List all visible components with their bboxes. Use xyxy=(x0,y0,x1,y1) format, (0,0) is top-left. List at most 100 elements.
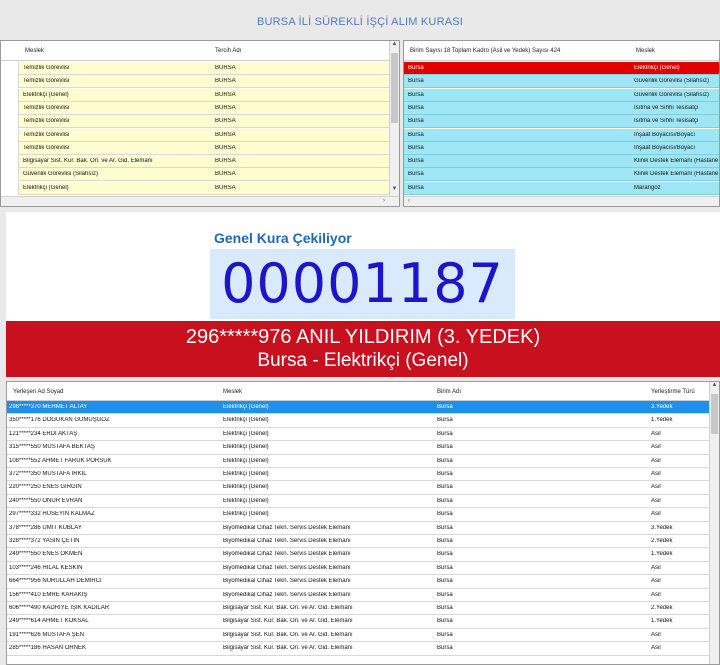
cell-birim: Bursa xyxy=(408,65,424,71)
table-row[interactable]: Temizlik Görevlisi BURSA xyxy=(1,128,391,142)
cell-ad-soyad: 108*****552 AHMET FARUK PORSUK xyxy=(9,457,112,464)
table-row[interactable]: 249*****614 AHMET KÖKSAL Bilgisayar Sist.… xyxy=(7,615,711,629)
cell-birim: Bursa xyxy=(408,144,424,151)
row-header[interactable] xyxy=(1,128,19,142)
cell-meslek: Biyomedikal Cihaz Tekn. Servis Destek El… xyxy=(223,551,351,558)
column-header-meslek[interactable]: Meslek xyxy=(223,389,242,395)
column-header-birim[interactable]: Birim Sayısı 18 Toplam Kadro (Asil ve Ye… xyxy=(410,48,560,54)
table-row[interactable]: 108*****552 AHMET FARUK PORSUK Elektrikçi… xyxy=(7,454,711,468)
table-row[interactable]: Bursa Klinik Destek Elemanı (Hastane xyxy=(404,155,719,169)
horizontal-scrollbar[interactable]: ‹ xyxy=(404,196,719,206)
cell-tur: Asil xyxy=(651,471,661,477)
cell-birim: Bursa xyxy=(437,591,453,598)
preferences-grid[interactable]: Meslek Tercih Adı Temizlik Görevlisi BURS… xyxy=(0,40,400,207)
scroll-thumb[interactable] xyxy=(711,394,718,434)
scroll-left-arrow-icon[interactable]: ‹ xyxy=(408,198,410,204)
cell-meslek: Biyomedikal Cihaz Tekn. Servis Destek El… xyxy=(223,591,351,598)
column-header-birim[interactable]: Birim Adı xyxy=(437,389,461,395)
cell-ad-soyad: 249*****550 ENES ÖKMEN xyxy=(9,551,83,558)
table-row[interactable]: 156*****410 EMRE KARAKIŞ Biyomedikal Ciha… xyxy=(7,588,711,602)
table-row[interactable]: Elektrikçi (Genel) BURSA xyxy=(1,88,391,102)
column-header-ad-soyad[interactable]: Yerleşen Ad Soyad xyxy=(13,389,63,395)
table-row[interactable]: Bursa Isıtma ve Sıhhi Tesisatçı xyxy=(404,115,719,129)
row-header[interactable] xyxy=(1,88,19,102)
table-row[interactable]: 103*****246 HİLAL KESKİN Biyomedikal Ciha… xyxy=(7,561,711,576)
column-header-tercih[interactable]: Tercih Adı xyxy=(215,48,241,54)
cell-tur: 1.Yedek xyxy=(651,417,673,424)
cell-meslek: İnşaat Boyacısı/Boyacı xyxy=(634,144,696,151)
cell-meslek: Isıtma ve Sıhhi Tesisatçı xyxy=(634,104,699,111)
table-row[interactable]: Bursa İnşaat Boyacısı/Boyacı xyxy=(404,128,719,142)
row-header[interactable] xyxy=(1,155,19,169)
cell-meslek: Bilgisayar Sist. Kur. Bak. On. ve Ar. Gi… xyxy=(223,618,353,625)
table-row[interactable]: Bursa Güvenlik Görevlisi (Silahsız) xyxy=(404,88,719,102)
row-header[interactable] xyxy=(1,75,19,89)
cell-meslek: Elektrikçi (Genel) xyxy=(223,417,269,424)
cell-tur: Asil xyxy=(651,430,661,437)
scroll-thumb[interactable] xyxy=(391,53,398,123)
table-row[interactable]: Bursa Güvenlik Görevlisi (Silahsız) xyxy=(404,75,719,89)
cell-birim: Bursa xyxy=(437,497,453,504)
table-row[interactable]: Bursa İnşaat Boyacısı/Boyacı xyxy=(404,141,719,155)
table-row[interactable]: Güvenlik Görevlisi (Silahsız) BURSA xyxy=(1,168,391,182)
table-row[interactable]: 350*****176 DOĞUKAN GÜMÜŞGÖZ Elektrikçi (… xyxy=(7,414,711,428)
table-row[interactable]: 298*****370 MEHMET ALTAY Elektrikçi (Gene… xyxy=(7,401,711,415)
table-row[interactable]: Bursa Isıtma ve Sıhhi Tesisatçı xyxy=(404,101,719,115)
table-row[interactable]: 121*****234 ERDİ AKTAŞ Elektrikçi (Genel)… xyxy=(7,427,711,442)
cell-tur: 2.Yedek xyxy=(651,605,673,611)
cell-tercih: BURSA xyxy=(215,171,236,178)
table-row[interactable]: 372*****350 MUSTAFA IRKIL Elektrikçi (Gen… xyxy=(7,468,711,482)
table-row[interactable]: 285*****186 HASAN ÖRNEK Bilgisayar Sist. … xyxy=(7,642,711,656)
table-row[interactable]: Temizlik Görevlisi BURSA xyxy=(1,101,391,115)
cell-birim: Bursa xyxy=(437,631,453,638)
row-header[interactable] xyxy=(1,115,19,129)
column-header-meslek[interactable]: Meslek xyxy=(636,48,655,54)
table-row[interactable]: 378*****286 ÜMİT KUBLAY Biyomedikal Cihaz… xyxy=(7,521,711,535)
table-row[interactable]: 249*****550 ENES ÖKMEN Biyomedikal Cihaz … xyxy=(7,548,711,562)
cell-meslek: Biyomedikal Cihaz Tekn. Servis Destek El… xyxy=(223,524,351,531)
table-row[interactable]: Bursa Klinik Destek Elemanı (Hastane xyxy=(404,168,719,182)
table-row[interactable]: 191*****626 MUSTAFA ŞEN Bilgisayar Sist. … xyxy=(7,628,711,643)
row-header[interactable] xyxy=(1,62,19,75)
table-row[interactable]: 315*****550 MUSTAFA BEKTAŞ Elektrikçi (Ge… xyxy=(7,441,711,455)
units-grid[interactable]: Birim Sayısı 18 Toplam Kadro (Asil ve Ye… xyxy=(403,40,720,207)
cell-birim: Bursa xyxy=(408,184,424,191)
table-row[interactable]: Temizlik Görevlisi BURSA xyxy=(1,141,391,155)
row-header[interactable] xyxy=(1,181,19,195)
table-row[interactable]: Bursa Elektrikçi (Genel) xyxy=(404,62,719,75)
vertical-scrollbar[interactable]: ▲ ▼ xyxy=(389,41,399,196)
column-header-meslek[interactable]: Meslek xyxy=(25,48,44,54)
table-row[interactable]: Elektrikçi (Genel) BURSA xyxy=(1,181,391,195)
table-row[interactable]: Bilgisayar Sist. Kur. Bak. On. ve Ar. Gi… xyxy=(1,155,391,169)
table-row[interactable]: 220*****250 ENES GİRGİN Elektrikçi (Genel… xyxy=(7,481,711,495)
table-row[interactable]: 240*****550 ONUR EVRAN Elektrikçi (Genel)… xyxy=(7,494,711,509)
column-header-tur[interactable]: Yerleştirme Türü xyxy=(651,389,695,395)
app-title: BURSA İLİ SÜREKLİ İŞÇİ ALIM KURASI xyxy=(256,16,464,28)
cell-meslek: Temizlik Görevlisi xyxy=(23,144,70,151)
table-row[interactable]: Temizlik Görevlisi BURSA xyxy=(1,115,391,129)
placements-grid[interactable]: Yerleşen Ad Soyad Meslek Birim Adı Yerle… xyxy=(6,381,720,665)
cell-birim: Bursa xyxy=(437,417,453,424)
scroll-right-arrow-icon[interactable]: › xyxy=(383,198,385,204)
cell-ad-soyad: 103*****246 HİLAL KESKİN xyxy=(9,564,83,571)
table-row[interactable]: Temizlik Görevlisi BURSA xyxy=(1,62,391,75)
table-row[interactable]: Temizlik Görevlisi BURSA xyxy=(1,75,391,89)
cell-birim: Bursa xyxy=(408,131,424,138)
table-row[interactable]: 664*****956 NURULLAH DEMİRCİ Biyomedikal … xyxy=(7,575,711,589)
row-header[interactable] xyxy=(1,168,19,182)
table-row[interactable]: Bursa Marangoz xyxy=(404,181,719,195)
table-row[interactable]: 606*****490 KADRİYE IŞIK KADILAR Bilgisay… xyxy=(7,602,711,616)
scroll-up-arrow-icon[interactable]: ▲ xyxy=(390,41,399,51)
cell-meslek: Bilgisayar Sist. Kur. Bak. On. ve Ar. Gi… xyxy=(223,605,353,611)
cell-tur: Asil xyxy=(651,564,661,571)
row-header[interactable] xyxy=(1,141,19,155)
table-row[interactable]: 328*****372 YASİN ÇETİN Biyomedikal Cihaz… xyxy=(7,535,711,549)
scroll-up-arrow-icon[interactable]: ▲ xyxy=(710,382,719,392)
scroll-down-arrow-icon[interactable]: ▼ xyxy=(390,186,399,196)
table-row[interactable]: 297*****332 HÜSEYİN KALMAZ Elektrikçi (Ge… xyxy=(7,508,711,522)
row-header[interactable] xyxy=(1,101,19,115)
preferences-grid-header: Meslek Tercih Adı xyxy=(1,41,399,61)
horizontal-scrollbar[interactable]: › xyxy=(1,196,399,206)
vertical-scrollbar[interactable]: ▲ xyxy=(709,382,719,664)
cell-ad-soyad: 378*****286 ÜMİT KUBLAY xyxy=(9,524,82,531)
